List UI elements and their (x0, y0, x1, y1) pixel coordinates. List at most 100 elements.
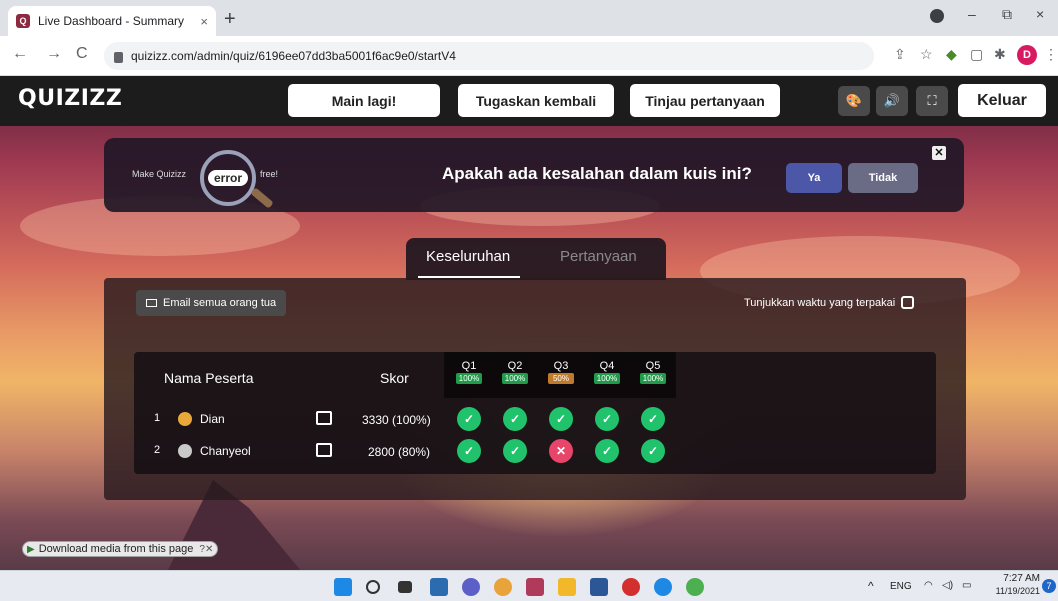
download-media-bar[interactable]: ▶ Download media from this page ?✕ (22, 541, 219, 557)
close-icon[interactable]: × (200, 14, 208, 29)
question-accuracy-badge: 50% (548, 373, 574, 384)
reload-button[interactable]: C (76, 45, 88, 63)
download-media-label: Download media from this page (38, 543, 194, 555)
star-icon[interactable]: ☆ (920, 46, 933, 63)
url-input[interactable]: quizizz.com/admin/quiz/6196ee07dd3ba5001… (104, 42, 874, 70)
notification-badge[interactable]: 7 (1042, 579, 1056, 593)
profile-avatar[interactable]: D (1017, 45, 1037, 65)
column-header-score: Skor (380, 370, 409, 386)
word-icon[interactable] (590, 578, 608, 596)
chrome-icon[interactable] (494, 578, 512, 596)
minimize-button[interactable]: – (968, 6, 976, 22)
answer-correct-icon[interactable]: ✓ (503, 407, 527, 431)
show-time-checkbox[interactable] (901, 296, 915, 309)
email-parent-icon[interactable] (316, 443, 332, 457)
answer-correct-icon[interactable]: ✓ (595, 407, 619, 431)
answer-correct-icon[interactable]: ✓ (549, 407, 573, 431)
column-header-name: Nama Peserta (164, 370, 254, 386)
close-icon[interactable]: ✕ (932, 146, 946, 160)
menu-dots-icon[interactable]: ⋮ (1044, 46, 1058, 63)
yes-button[interactable]: Ya (786, 163, 842, 193)
question-header-q1[interactable]: Q1 100% (456, 360, 482, 384)
extension-icon[interactable]: ◆ (946, 46, 957, 63)
email-all-parents-button[interactable]: Email semua orang tua (136, 290, 287, 316)
forward-button[interactable]: → (46, 45, 62, 63)
question-accuracy-badge: 100% (456, 373, 482, 384)
answer-incorrect-icon[interactable]: ✕ (549, 439, 573, 463)
lock-icon (114, 51, 123, 63)
sound-icon[interactable]: 🔊 (876, 86, 908, 116)
tab-questions[interactable]: Pertanyaan (560, 248, 637, 265)
question-accuracy-badge: 100% (594, 373, 620, 384)
window-close-button[interactable]: × (1036, 6, 1044, 22)
chrome-profile-icon[interactable] (686, 578, 704, 596)
question-accuracy-badge: 100% (640, 373, 666, 384)
answer-correct-icon[interactable]: ✓ (503, 439, 527, 463)
windows-start-icon[interactable] (334, 578, 352, 596)
answer-correct-icon[interactable]: ✓ (595, 439, 619, 463)
question-label: Q4 (599, 360, 615, 372)
make-quizizz-text: Make Quizizz (132, 169, 187, 179)
show-time-toggle[interactable]: Tunjukkan waktu yang terpakai (744, 296, 915, 309)
play-again-button[interactable]: Main lagi! (288, 84, 440, 117)
browser-tab[interactable]: Q Live Dashboard - Summary × (8, 6, 216, 36)
media-app-icon[interactable] (526, 578, 544, 596)
windows-taskbar: ^ ENG ◠ ◁) ▭ 7:27 AM 11/19/2021 7 (0, 570, 1058, 601)
restore-button[interactable]: ⧉ (1002, 6, 1012, 23)
tab-overall[interactable]: Keseluruhan (426, 248, 510, 265)
participant-avatar (178, 412, 192, 426)
question-header-q4[interactable]: Q4 100% (594, 360, 620, 384)
clock-time[interactable]: 7:27 AM (990, 573, 1040, 584)
question-label: Q2 (507, 360, 523, 372)
email-parent-icon[interactable] (316, 411, 332, 425)
file-explorer-icon[interactable] (558, 578, 576, 596)
battery-icon[interactable]: ▭ (962, 580, 971, 591)
quizizz-logo[interactable]: QUIZIZZ (18, 86, 122, 111)
search-icon[interactable] (366, 580, 380, 594)
language-indicator[interactable]: ENG (890, 581, 912, 592)
question-label: Q3 (553, 360, 569, 372)
review-questions-button[interactable]: Tinjau pertanyaan (630, 84, 780, 117)
download-help-close[interactable]: ?✕ (199, 544, 213, 555)
palette-icon[interactable]: 🎨 (838, 86, 870, 116)
view-tabs: Keseluruhan Pertanyaan (406, 238, 666, 280)
clock-date[interactable]: 11/19/2021 (984, 586, 1040, 596)
error-word: error (207, 170, 248, 186)
reading-list-icon[interactable]: ▢ (970, 46, 983, 63)
magnifier-icon: error (200, 150, 256, 206)
browser-tab-bar: Q Live Dashboard - Summary × + – ⧉ × (0, 0, 1058, 36)
question-header-q3[interactable]: Q3 50% (548, 360, 574, 384)
wifi-icon[interactable]: ◠ (924, 580, 933, 591)
answer-correct-icon[interactable]: ✓ (641, 407, 665, 431)
results-table: Nama Peserta Skor Q1 100% Q2 100% Q3 50%… (134, 352, 936, 474)
error-report-banner: Make Quizizz error free! Apakah ada kesa… (104, 138, 964, 212)
tray-caret-icon[interactable]: ^ (868, 579, 874, 593)
task-view-icon[interactable] (398, 581, 412, 593)
volume-icon[interactable]: ◁) (942, 580, 953, 591)
new-tab-button[interactable]: + (224, 8, 236, 31)
magnifier-handle (250, 187, 274, 209)
show-time-label: Tunjukkan waktu yang terpakai (744, 296, 896, 309)
question-header-q5[interactable]: Q5 100% (640, 360, 666, 384)
edge-icon[interactable] (654, 578, 672, 596)
exit-button[interactable]: Keluar (958, 84, 1046, 117)
quizizz-app: QUIZIZZ Main lagi! Tugaskan kembali Tinj… (0, 76, 1058, 570)
participant-avatar (178, 444, 192, 458)
opera-icon[interactable] (622, 578, 640, 596)
media-control-icon[interactable] (930, 9, 944, 23)
question-header-q2[interactable]: Q2 100% (502, 360, 528, 384)
fullscreen-icon[interactable]: ⛶ (916, 86, 948, 116)
puzzle-icon[interactable]: ✱ (994, 46, 1006, 63)
no-button[interactable]: Tidak (848, 163, 918, 193)
url-text: quizizz.com/admin/quiz/6196ee07dd3ba5001… (131, 49, 456, 63)
back-button[interactable]: ← (12, 45, 28, 63)
answer-correct-icon[interactable]: ✓ (641, 439, 665, 463)
banner-question: Apakah ada kesalahan dalam kuis ini? (442, 164, 752, 183)
answer-correct-icon[interactable]: ✓ (457, 439, 481, 463)
widgets-icon[interactable] (430, 578, 448, 596)
participant-name: Chanyeol (200, 444, 251, 458)
reassign-button[interactable]: Tugaskan kembali (458, 84, 614, 117)
share-icon[interactable]: ⇪ (894, 46, 906, 63)
answer-correct-icon[interactable]: ✓ (457, 407, 481, 431)
chat-icon[interactable] (462, 578, 480, 596)
